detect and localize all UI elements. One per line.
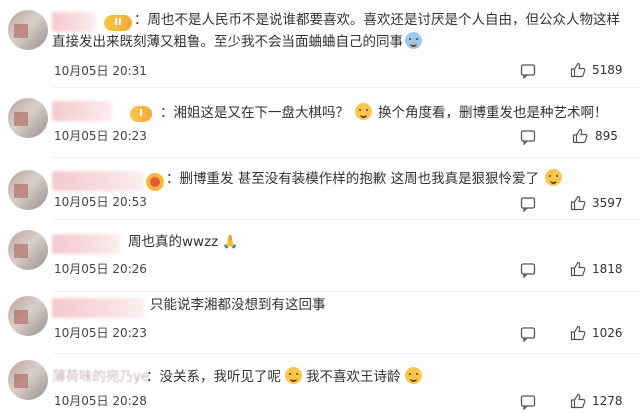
username[interactable] bbox=[52, 234, 120, 254]
like-count: 1278 bbox=[592, 394, 623, 408]
like-icon[interactable] bbox=[570, 261, 586, 277]
smirk-emoji-icon bbox=[355, 103, 372, 120]
comment-text-body: ：没关系，我听见了呢 bbox=[146, 369, 281, 385]
pleading-emoji-icon bbox=[404, 367, 422, 384]
smile-emoji-icon bbox=[545, 169, 563, 186]
crying-emoji-icon bbox=[405, 32, 422, 49]
comment-text-body: ：周也不是人民币不是说谁都要喜欢。喜欢还是讨厌是个人自由，但公众人物这样直接发出… bbox=[52, 12, 620, 50]
comment-item: I ：湘姐这是又在下一盘大棋吗？ 换个角度看，删博重发也是种艺术啊！ 10月05日… bbox=[0, 88, 640, 158]
comment-text: ：删博重发 甚至没有装模作样的抱歉 这周也我真是狠狠怜爱了 bbox=[166, 168, 564, 190]
like-icon[interactable] bbox=[570, 195, 586, 211]
like-icon[interactable] bbox=[570, 325, 586, 341]
fan-badge-icon bbox=[146, 173, 164, 191]
comment-text: ：没关系，我听见了呢 我不喜欢王诗龄 bbox=[146, 366, 424, 388]
like-icon[interactable] bbox=[572, 128, 588, 144]
like-count: 3597 bbox=[592, 196, 623, 210]
comment-text: 周也真的wwzz 🙏 bbox=[128, 231, 238, 254]
avatar[interactable] bbox=[8, 98, 48, 138]
reply-icon[interactable] bbox=[520, 262, 536, 278]
reply-icon[interactable] bbox=[520, 196, 536, 212]
like-count: 895 bbox=[595, 129, 618, 143]
comment-text-body: 周也真的wwzz bbox=[128, 234, 219, 250]
comment-time: 10月05日 20:31 bbox=[54, 64, 147, 78]
fan-badge-icon: I bbox=[130, 106, 152, 122]
comment-item: II ：周也不是人民币不是说谁都要喜欢。喜欢还是讨厌是个人自由，但公众人物这样直… bbox=[0, 0, 640, 88]
comment-text-body: ：湘姐这是又在下一盘大棋吗？ bbox=[160, 105, 349, 121]
pleading-emoji-icon bbox=[285, 367, 302, 384]
comment-text-tail: 换个角度看，删博重发也是种艺术啊！ bbox=[378, 105, 608, 121]
reply-icon[interactable] bbox=[520, 129, 536, 145]
username[interactable] bbox=[52, 171, 144, 191]
praying-hands-icon: 🙏 bbox=[222, 235, 239, 250]
comment-text: ：周也不是人民币不是说谁都要喜欢。喜欢还是讨厌是个人自由，但公众人物这样直接发出… bbox=[52, 9, 632, 53]
comment-item: ：删博重发 甚至没有装模作样的抱歉 这周也我真是狠狠怜爱了 10月05日 20:… bbox=[0, 158, 640, 220]
username[interactable] bbox=[52, 298, 144, 318]
avatar[interactable] bbox=[8, 360, 48, 400]
comment-time: 10月05日 20:23 bbox=[54, 129, 147, 143]
reply-icon[interactable] bbox=[520, 394, 536, 410]
comment-item: 薄荷味的宛乃ye ：没关系，我听见了呢 我不喜欢王诗龄 10月05日 20:28 … bbox=[0, 354, 640, 413]
like-count: 1026 bbox=[592, 326, 623, 340]
comment-item: 周也真的wwzz 🙏 10月05日 20:26 1818 bbox=[0, 220, 640, 292]
comment-text: ：湘姐这是又在下一盘大棋吗？ 换个角度看，删博重发也是种艺术啊！ bbox=[160, 102, 608, 124]
like-icon[interactable] bbox=[570, 62, 586, 78]
comment-text-body: ：删博重发 甚至没有装模作样的抱歉 这周也我真是狠狠怜爱了 bbox=[166, 171, 540, 187]
avatar[interactable] bbox=[8, 170, 48, 210]
reply-icon[interactable] bbox=[520, 63, 536, 79]
username[interactable]: 薄荷味的宛乃ye bbox=[52, 366, 149, 388]
like-icon[interactable] bbox=[570, 393, 586, 409]
avatar[interactable] bbox=[8, 296, 48, 336]
comment-text-body: 只能说李湘都没想到有这回事 bbox=[150, 297, 326, 313]
avatar[interactable] bbox=[8, 230, 48, 270]
reply-icon[interactable] bbox=[520, 326, 536, 342]
like-count: 5189 bbox=[592, 63, 623, 77]
comment-item: 只能说李湘都没想到有这回事 10月05日 20:23 1026 bbox=[0, 292, 640, 354]
comment-text: 只能说李湘都没想到有这回事 bbox=[150, 294, 326, 316]
comment-time: 10月05日 20:28 bbox=[54, 394, 147, 408]
comment-time: 10月05日 20:26 bbox=[54, 262, 147, 276]
like-count: 1818 bbox=[592, 262, 623, 276]
comment-time: 10月05日 20:23 bbox=[54, 326, 147, 340]
comment-time: 10月05日 20:53 bbox=[54, 195, 147, 209]
comment-text-tail: 我不喜欢王诗龄 bbox=[306, 369, 401, 385]
username[interactable] bbox=[52, 101, 112, 121]
avatar[interactable] bbox=[8, 10, 48, 50]
